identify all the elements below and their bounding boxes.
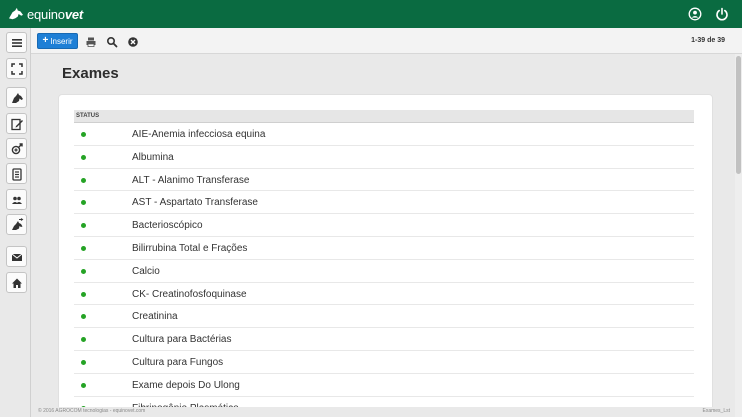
horse-logo-icon	[9, 7, 23, 20]
table-row[interactable]: ALT - Alanimo Transferase	[74, 169, 694, 192]
exam-name: Exame depois Do Ulong	[132, 379, 240, 391]
sidebar-item-records[interactable]	[6, 113, 27, 134]
table-row[interactable]: AST - Aspartato Transferase	[74, 191, 694, 215]
search-icon[interactable]	[106, 35, 118, 48]
horse-icon	[11, 92, 23, 103]
insert-button-label: Inserir	[50, 36, 73, 46]
sidebar-item-reproduction[interactable]	[6, 138, 27, 159]
app-logo[interactable]: equino vet	[7, 5, 83, 23]
exam-name: Fibrinogênio Plasmático	[132, 403, 239, 407]
sidebar-item-transfer[interactable]	[6, 214, 27, 235]
table-row[interactable]: CK- Creatinofosfoquinase	[74, 283, 694, 306]
page-scrollbar[interactable]	[735, 54, 742, 417]
status-active-icon	[81, 382, 86, 388]
status-active-icon	[81, 223, 86, 229]
table-row[interactable]: Creatinina	[74, 305, 694, 329]
clipboard-icon	[11, 167, 22, 181]
table-header-status[interactable]: STATUS	[74, 110, 694, 123]
sidebar-item-messages[interactable]	[6, 246, 27, 267]
sidebar	[0, 28, 31, 417]
status-active-icon	[81, 291, 86, 297]
main-content: Exames STATUS AIE-Anemia infecciosa equi…	[31, 55, 735, 407]
insert-button[interactable]: + Inserir	[37, 33, 78, 49]
sidebar-item-reports[interactable]	[6, 163, 27, 184]
exam-name: Cultura para Bactérias	[132, 334, 232, 346]
status-active-icon	[81, 268, 86, 274]
status-active-icon	[81, 405, 86, 407]
menu-icon	[11, 38, 22, 47]
status-active-icon	[81, 337, 86, 343]
top-bar: equino vet	[0, 0, 742, 28]
plus-icon: +	[42, 35, 49, 46]
exams-table: STATUS AIE-Anemia infecciosa equina Album…	[74, 110, 694, 407]
power-icon[interactable]	[715, 7, 729, 21]
mail-icon	[11, 253, 22, 261]
page-title: Exames	[62, 65, 119, 82]
exam-name: Albumina	[132, 151, 174, 163]
table-row[interactable]: AIE-Anemia infecciosa equina	[74, 123, 694, 146]
logo-text-part1: equino	[27, 6, 65, 22]
table-row[interactable]: Albumina	[74, 146, 694, 169]
table-row[interactable]: Bilirrubina Total e Frações	[74, 237, 694, 260]
exam-name: Bilirrubina Total e Frações	[132, 242, 248, 254]
footer-screen-id: Exames_Lst	[702, 408, 730, 414]
home-icon	[11, 278, 22, 288]
user-icon[interactable]	[688, 7, 702, 21]
exam-name: Cultura para Fungos	[132, 356, 224, 368]
status-active-icon	[81, 314, 86, 320]
logo-text-part2: vet	[64, 6, 84, 22]
clear-filter-icon[interactable]	[127, 35, 139, 47]
users-icon	[11, 196, 22, 204]
menu-button[interactable]	[6, 32, 27, 53]
status-active-icon	[81, 359, 86, 365]
footer-copyright: © 2016 AGROCOM tecnologias - equinovet.c…	[38, 408, 146, 414]
status-active-icon	[81, 177, 86, 183]
fullscreen-icon	[10, 62, 23, 75]
gender-icon	[11, 142, 23, 154]
table-row[interactable]: Exame depois Do Ulong	[74, 374, 694, 397]
exam-name: Creatinina	[132, 311, 178, 323]
sidebar-item-home[interactable]	[6, 272, 27, 293]
exam-name: ALT - Alanimo Transferase	[132, 174, 250, 186]
fullscreen-button[interactable]	[6, 58, 27, 79]
pagination-counter: 1-39 de 39	[691, 37, 725, 44]
exam-name: Calcio	[132, 265, 160, 277]
edit-document-icon	[10, 118, 23, 130]
scrollbar-thumb[interactable]	[736, 56, 741, 174]
status-active-icon	[81, 245, 86, 251]
print-icon[interactable]	[85, 35, 97, 47]
exam-name: AST - Aspartato Transferase	[132, 197, 258, 209]
table-row[interactable]: Bacterioscópico	[74, 214, 694, 237]
exam-name: AIE-Anemia infecciosa equina	[132, 129, 266, 140]
status-active-icon	[81, 132, 86, 137]
sidebar-item-animals[interactable]	[6, 87, 27, 108]
table-row[interactable]: Fibrinogênio Plasmático	[74, 397, 694, 407]
table-row[interactable]: Calcio	[74, 260, 694, 283]
table-row[interactable]: Cultura para Fungos	[74, 351, 694, 374]
status-active-icon	[81, 200, 86, 206]
toolbar: + Inserir 1-39 de 39	[31, 28, 742, 54]
status-active-icon	[81, 154, 86, 160]
exam-name: Bacterioscópico	[132, 220, 203, 232]
table-row[interactable]: Cultura para Bactérias	[74, 328, 694, 351]
sidebar-item-people[interactable]	[6, 189, 27, 210]
horse-transfer-icon	[11, 217, 23, 230]
exams-card: STATUS AIE-Anemia infecciosa equina Album…	[58, 94, 713, 407]
exam-name: CK- Creatinofosfoquinase	[132, 288, 247, 300]
